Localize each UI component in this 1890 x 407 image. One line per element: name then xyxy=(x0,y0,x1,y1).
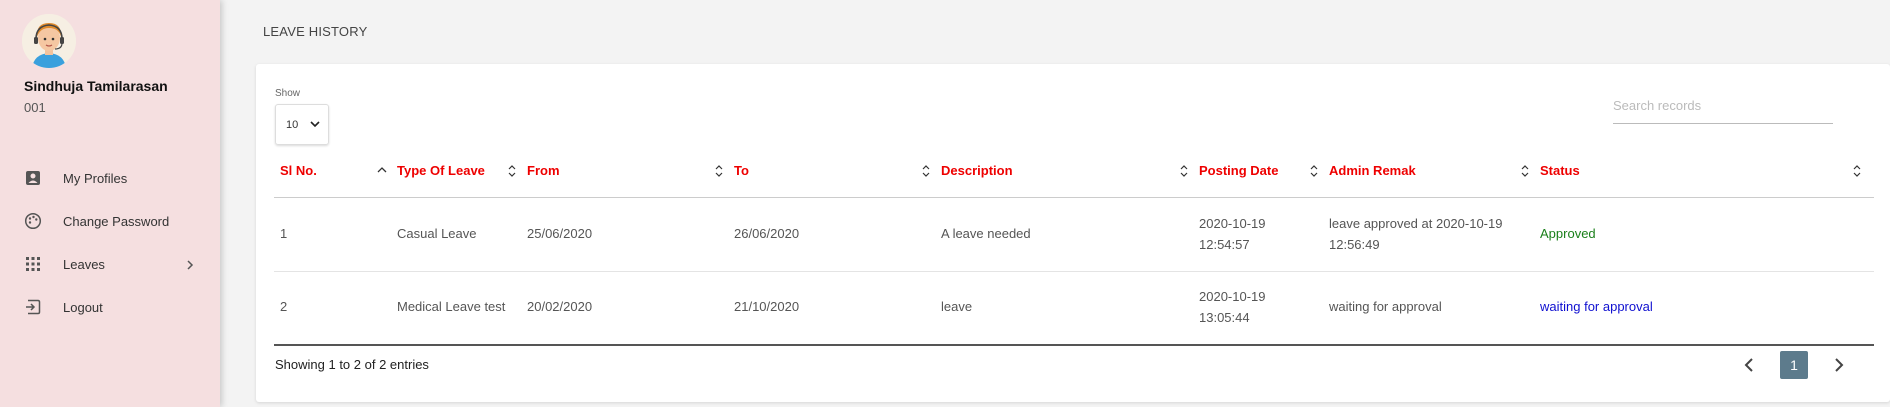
sort-icon[interactable] xyxy=(1520,164,1530,178)
cell-admin-remark: leave approved at 2020-10-19 xyxy=(1329,216,1503,231)
page-title: LEAVE HISTORY xyxy=(263,24,368,39)
cell-admin-remark: waiting for approval xyxy=(1329,299,1442,314)
leave-history-card: Show 10 Sl No. Type Of Leave From To Des… xyxy=(256,64,1890,402)
sort-icon[interactable] xyxy=(1309,164,1319,178)
logout-icon xyxy=(24,298,42,316)
grid-icon xyxy=(24,255,42,273)
table-bottom-border xyxy=(274,344,1874,346)
profile-icon xyxy=(24,169,42,187)
cell-admin-remark-line2: 12:56:49 xyxy=(1329,237,1380,252)
cell-posting-date: 2020-10-19 xyxy=(1199,289,1266,304)
cell-sl-no: 2 xyxy=(280,299,288,314)
status-badge: Approved xyxy=(1540,226,1596,241)
chevron-left-icon xyxy=(1744,358,1753,372)
sidebar-item-my-profiles[interactable]: My Profiles xyxy=(0,160,220,196)
cell-from: 25/06/2020 xyxy=(527,226,593,241)
chevron-right-icon xyxy=(184,258,196,270)
sidebar: Sindhuja Tamilarasan 001 My Profiles Cha… xyxy=(0,0,220,407)
column-header-status[interactable]: Status xyxy=(1540,163,1580,178)
column-header-posting-date[interactable]: Posting Date xyxy=(1199,163,1278,178)
chevron-right-icon xyxy=(1835,358,1844,372)
sort-icon[interactable] xyxy=(714,164,724,178)
sidebar-item-leaves[interactable]: Leaves xyxy=(0,246,220,282)
column-header-description[interactable]: Description xyxy=(941,163,1013,178)
palette-icon xyxy=(24,212,42,230)
cell-type-of-leave: Casual Leave xyxy=(397,226,477,241)
show-label: Show xyxy=(275,88,301,99)
column-header-from[interactable]: From xyxy=(527,163,560,178)
column-header-sl-no[interactable]: Sl No. xyxy=(280,163,317,178)
sidebar-item-label: Change Password xyxy=(63,213,170,229)
sort-icon[interactable] xyxy=(1179,164,1189,178)
page-number-button[interactable]: 1 xyxy=(1780,351,1808,379)
cell-description: A leave needed xyxy=(941,226,1031,241)
cell-posting-time: 12:54:57 xyxy=(1199,237,1250,252)
chevron-down-icon xyxy=(310,121,320,128)
column-header-type-of-leave[interactable]: Type Of Leave xyxy=(397,163,485,178)
user-name: Sindhuja Tamilarasan xyxy=(24,78,168,94)
cell-type-of-leave: Medical Leave test xyxy=(397,299,506,314)
user-id: 001 xyxy=(24,100,46,115)
cell-sl-no: 1 xyxy=(280,226,288,241)
page-size-value: 10 xyxy=(286,118,299,131)
sort-icon[interactable] xyxy=(1852,164,1862,178)
sort-icon[interactable] xyxy=(921,164,931,178)
sort-asc-icon[interactable] xyxy=(377,164,387,178)
cell-from: 20/02/2020 xyxy=(527,299,593,314)
cell-posting-time: 13:05:44 xyxy=(1199,310,1250,325)
header-divider xyxy=(274,197,1874,198)
search-field[interactable] xyxy=(1613,88,1833,124)
search-input[interactable] xyxy=(1613,98,1833,113)
column-header-admin-remark[interactable]: Admin Remak xyxy=(1329,163,1416,178)
sidebar-item-label: My Profiles xyxy=(63,170,128,186)
sidebar-item-label: Logout xyxy=(63,299,103,315)
row-divider xyxy=(274,271,1874,272)
entries-info: Showing 1 to 2 of 2 entries xyxy=(275,357,429,372)
status-badge: waiting for approval xyxy=(1540,299,1653,314)
avatar[interactable] xyxy=(22,14,76,68)
next-page-button[interactable] xyxy=(1830,355,1848,375)
column-header-to[interactable]: To xyxy=(734,163,749,178)
cell-to: 26/06/2020 xyxy=(734,226,800,241)
previous-page-button[interactable] xyxy=(1740,355,1758,375)
cell-posting-date: 2020-10-19 xyxy=(1199,216,1266,231)
page-size-select[interactable]: 10 xyxy=(275,104,329,145)
sidebar-item-logout[interactable]: Logout xyxy=(0,289,220,325)
cell-description: leave xyxy=(941,299,973,314)
sidebar-item-change-password[interactable]: Change Password xyxy=(0,203,220,239)
sidebar-item-label: Leaves xyxy=(63,256,105,272)
cell-to: 21/10/2020 xyxy=(734,299,800,314)
sort-icon[interactable] xyxy=(507,164,517,178)
